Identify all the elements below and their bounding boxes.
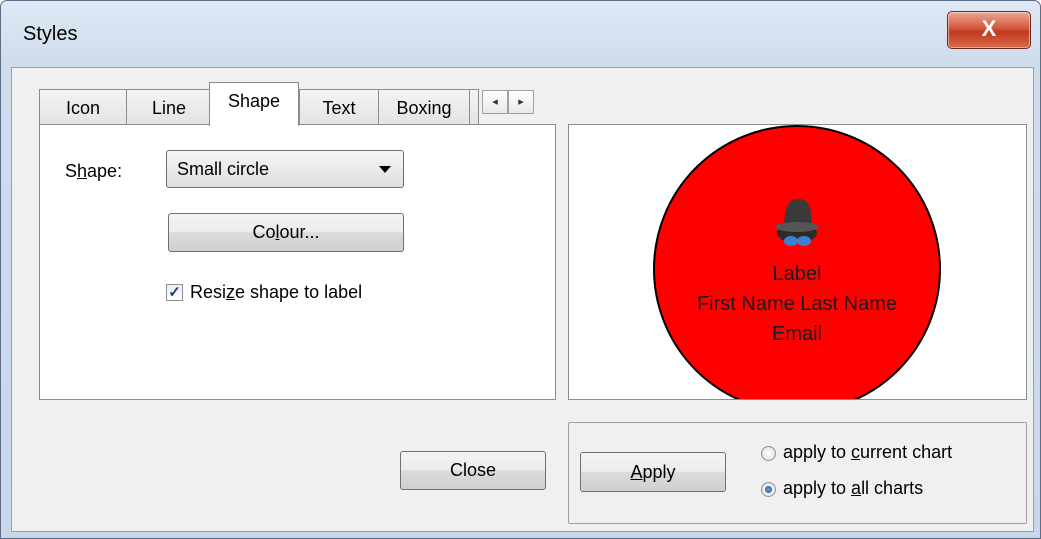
tab-scroll-right-icon[interactable]: ▸ [508, 90, 534, 114]
resize-shape-label[interactable]: Resize shape to label [190, 282, 362, 303]
tab-scroll-buttons: ◂ ▸ [482, 90, 534, 114]
tab-text[interactable]: Text [299, 89, 379, 125]
colour-button[interactable]: Colour... [168, 213, 404, 252]
preview-canvas: Label First Name Last Name Email [653, 125, 941, 399]
apply-all-radio[interactable] [761, 482, 776, 497]
apply-all-label[interactable]: apply to all charts [783, 478, 923, 499]
tab-text-label: Text [322, 98, 356, 118]
shape-select-value: Small circle [177, 159, 270, 179]
tab-line[interactable]: Line [126, 89, 212, 125]
styles-dialog: Styles X Icon Line Shape Text Boxing ◂ ▸… [0, 0, 1041, 539]
preview-line-label: Label [773, 263, 822, 285]
tab-overflow [469, 89, 479, 125]
dialog-client-area: Icon Line Shape Text Boxing ◂ ▸ Shape: S… [11, 67, 1034, 532]
preview-line-email: Email [772, 323, 822, 345]
tab-shape[interactable]: Shape [209, 82, 299, 126]
apply-current-label[interactable]: apply to current chart [783, 442, 952, 463]
shape-select[interactable]: Small circle [166, 150, 404, 188]
tab-boxing[interactable]: Boxing [378, 89, 470, 125]
close-icon: X [981, 16, 997, 41]
window-title: Styles [23, 23, 78, 45]
title-bar[interactable]: Styles X [1, 1, 1040, 67]
checkmark-icon: ✓ [168, 284, 181, 301]
dropdown-arrow-icon [379, 166, 391, 173]
close-window-button[interactable]: X [947, 11, 1031, 49]
preview-line-name: First Name Last Name [697, 293, 897, 315]
tab-line-label: Line [151, 98, 187, 118]
tab-icon-label: Icon [65, 98, 101, 118]
shape-label: Shape: [65, 161, 123, 181]
tab-scroll-left-icon[interactable]: ◂ [482, 90, 508, 114]
tab-boxing-label: Boxing [396, 98, 452, 118]
resize-shape-checkbox[interactable]: ✓ [166, 284, 183, 301]
style-preview: Label First Name Last Name Email [568, 124, 1027, 400]
tab-shape-label: Shape [227, 91, 281, 111]
apply-current-radio[interactable] [761, 446, 776, 461]
close-button[interactable]: Close [400, 451, 546, 490]
apply-button[interactable]: Apply [580, 452, 726, 492]
tab-icon[interactable]: Icon [39, 89, 127, 125]
